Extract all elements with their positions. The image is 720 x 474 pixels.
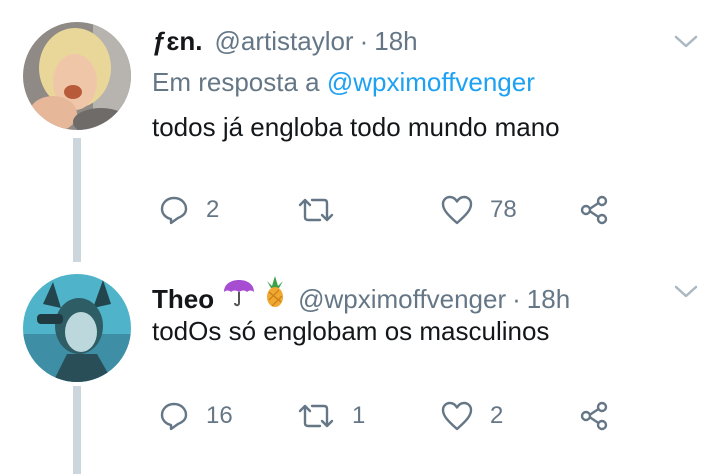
retweet-button[interactable]	[296, 190, 352, 230]
tweet-header: Theo @wpximoffvenger · 18h	[152, 276, 570, 315]
like-count: 78	[490, 196, 517, 223]
reply-mention-link[interactable]: @wpximoffvenger	[327, 67, 535, 97]
share-icon	[578, 400, 610, 432]
reply-context: Em resposta a @wpximoffvenger	[152, 67, 535, 98]
retweet-button[interactable]: 1	[296, 396, 365, 436]
pineapple-emoji-icon	[264, 276, 286, 315]
retweet-count: 1	[352, 402, 366, 429]
reply-icon	[158, 400, 190, 432]
avatar[interactable]	[23, 274, 131, 382]
timestamp[interactable]: 18h	[374, 26, 417, 57]
user-handle[interactable]: @wpximoffvenger	[298, 284, 506, 315]
chevron-down-icon[interactable]	[672, 282, 700, 302]
umbrella-emoji-icon	[222, 278, 256, 315]
timestamp[interactable]: 18h	[527, 284, 570, 315]
share-button[interactable]	[578, 396, 610, 436]
heart-icon	[440, 194, 474, 226]
separator: ·	[359, 26, 369, 56]
tweet-text: todOs só englobam os masculinos	[152, 316, 550, 346]
like-count: 2	[490, 402, 504, 429]
share-icon	[578, 194, 610, 226]
avatar[interactable]	[23, 22, 131, 130]
tweet-1[interactable]: ƒɛn. @artistaylor · 18h Em resposta a @w…	[0, 0, 720, 262]
reply-button[interactable]: 2	[158, 190, 219, 230]
retweet-icon	[296, 195, 336, 225]
tweet-header: ƒɛn. @artistaylor · 18h	[152, 26, 418, 57]
reply-count: 2	[206, 196, 220, 223]
tweet-text: todos já engloba todo mundo mano	[152, 112, 560, 142]
reply-icon	[158, 194, 190, 226]
tweet-actions: 16 1 2	[0, 396, 720, 436]
chevron-down-icon[interactable]	[672, 32, 700, 52]
like-button[interactable]: 78	[440, 190, 517, 230]
reply-prefix: Em resposta a	[152, 67, 327, 97]
reply-button[interactable]: 16	[158, 396, 233, 436]
tweet-actions: 2 78	[0, 190, 720, 230]
user-handle[interactable]: @artistaylor	[215, 26, 354, 57]
share-button[interactable]	[578, 190, 610, 230]
display-name[interactable]: ƒɛn.	[152, 26, 203, 57]
like-button[interactable]: 2	[440, 396, 503, 436]
retweet-icon	[296, 401, 336, 431]
heart-icon	[440, 400, 474, 432]
separator: ·	[512, 284, 521, 314]
reply-count: 16	[206, 402, 233, 429]
display-name[interactable]: Theo	[152, 284, 214, 315]
